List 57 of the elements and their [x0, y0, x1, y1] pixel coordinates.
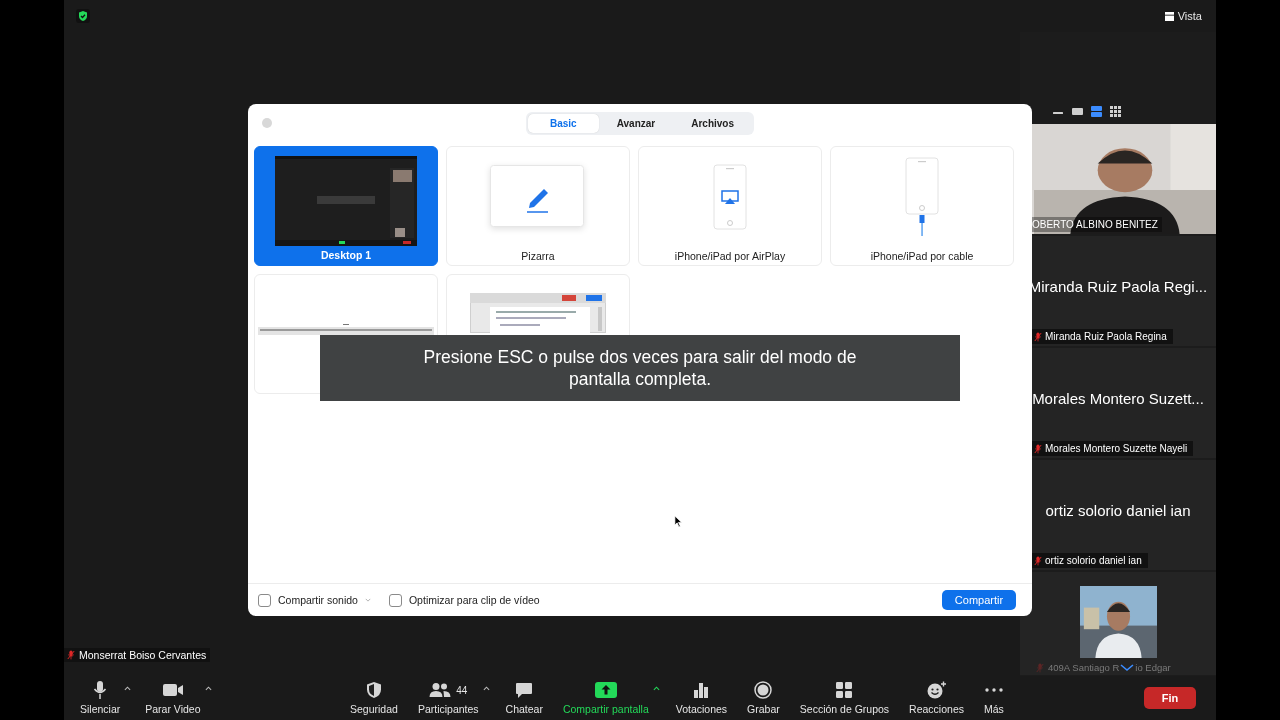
option-label: Optimizar para clip de vídeo [408, 594, 540, 606]
toolbar-button[interactable]: Grabar [743, 679, 784, 717]
grid-view-icon[interactable] [1109, 104, 1122, 118]
tab[interactable]: Archivos [673, 113, 752, 133]
checkbox[interactable] [258, 593, 271, 607]
toolbar-button[interactable]: 44 Participantes [413, 679, 483, 717]
toolbar-button[interactable]: Chatear [501, 679, 547, 717]
tab[interactable]: Avanzar [598, 113, 674, 133]
shield-icon [365, 681, 382, 699]
share-screen-button[interactable]: Compartir pantalla [558, 679, 653, 717]
toolbar-button[interactable]: Seguridad [346, 679, 402, 717]
speaker-name-label: Monserrat Boiso Cervantes [64, 648, 211, 662]
participant-name: 409A Santiago R [1048, 662, 1120, 673]
strip-view-icon[interactable] [1090, 104, 1103, 118]
smiley-icon [926, 681, 947, 699]
share-source-tile[interactable]: iPhone/iPad por AirPlay [638, 146, 822, 266]
view-button[interactable]: Vista [1164, 8, 1202, 24]
caret-icon[interactable] [652, 686, 660, 691]
window-control-dot[interactable] [262, 118, 272, 128]
participant-display-name: Morales Montero Suzett... [1031, 390, 1205, 407]
record-icon [754, 681, 773, 699]
grid-icon [835, 681, 854, 699]
toolbar-button[interactable]: Reacciones [905, 679, 968, 717]
participant-name: Morales Montero Suzette Nayeli [1032, 441, 1194, 456]
option-label: Compartir sonido [278, 594, 358, 606]
caret-icon[interactable] [204, 686, 212, 691]
share-source-tile[interactable]: Pizarra [446, 146, 630, 266]
toolbar-button[interactable]: Sección de Grupos [795, 679, 894, 717]
toolbar-button[interactable]: Más [980, 679, 1008, 717]
toolbar-button[interactable]: Votaciones [671, 679, 732, 717]
caret-icon[interactable] [124, 686, 132, 691]
video-camera-icon [161, 682, 184, 698]
checkbox[interactable] [388, 593, 402, 607]
cursor-icon [674, 515, 683, 528]
participant-name: ortiz solorio daniel ian [1032, 553, 1148, 568]
share-screen-icon [594, 682, 617, 698]
participant-name: io Edgar [1135, 662, 1171, 673]
microphone-icon [92, 680, 109, 700]
participant-name: Miranda Ruiz Paola Regina [1032, 329, 1173, 344]
share-source-tile[interactable]: iPhone/iPad por cable [830, 146, 1014, 266]
end-meeting-button[interactable]: Fin [1144, 687, 1196, 709]
share-button[interactable]: Compartir [942, 590, 1016, 610]
chevron-down-icon[interactable] [1120, 663, 1135, 672]
toolbar-button[interactable]: Parar Video [141, 679, 205, 717]
toolbar-button[interactable]: Silenciar [76, 679, 125, 717]
layout-icon [1164, 11, 1174, 21]
phone-airplay-drawing [713, 164, 747, 230]
caret-icon[interactable] [482, 686, 490, 691]
tab[interactable]: Basic [528, 113, 599, 133]
chat-bubble-icon [515, 681, 534, 699]
bar-chart-icon [693, 682, 710, 698]
share-source-tile[interactable]: Desktop 1 [254, 146, 438, 266]
participant-count: 44 [456, 684, 468, 696]
participant-display-name: ortiz solorio daniel ian [1044, 502, 1192, 519]
fullscreen-toast: Presione ESC o pulse dos veces para salir del modo de pantalla completa. [320, 335, 960, 401]
people-icon [429, 682, 452, 698]
more-icon [984, 688, 1003, 692]
